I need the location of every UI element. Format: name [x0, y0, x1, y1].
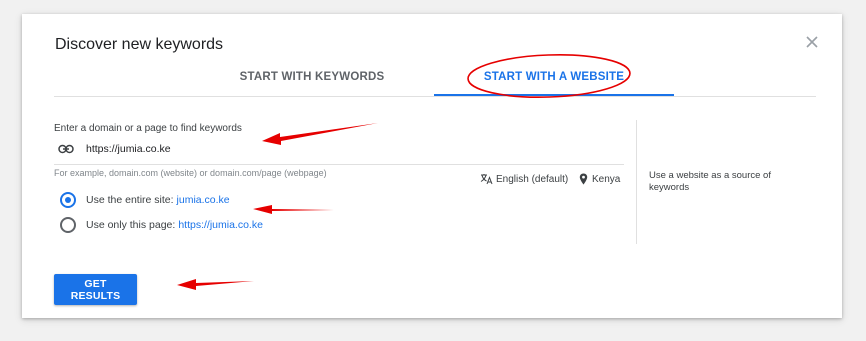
- radio-only-this-page[interactable]: Use only this page: https://jumia.co.ke: [60, 217, 263, 233]
- radio-entire-site-label: Use the entire site:: [86, 194, 174, 206]
- url-hint: For example, domain.com (website) or dom…: [54, 168, 327, 178]
- radio-only-this-page-control[interactable]: [60, 217, 76, 233]
- get-results-button[interactable]: GET RESULTS: [54, 274, 137, 305]
- side-help-text: Use a website as a source of keywords: [649, 170, 771, 193]
- radio-only-this-page-label: Use only this page:: [86, 219, 176, 231]
- entire-site-link: jumia.co.ke: [176, 194, 230, 206]
- url-input[interactable]: [86, 140, 616, 158]
- tab-start-with-keywords[interactable]: START WITH KEYWORDS: [217, 68, 407, 96]
- location-selector[interactable]: Kenya: [579, 173, 620, 185]
- language-selector[interactable]: English (default): [480, 173, 568, 185]
- language-label: English (default): [496, 173, 569, 185]
- radio-entire-site-control[interactable]: [60, 192, 76, 208]
- only-this-page-link: https://jumia.co.ke: [178, 219, 263, 231]
- url-field-label: Enter a domain or a page to find keyword…: [54, 123, 242, 134]
- tab-start-with-website[interactable]: START WITH A WEBSITE: [434, 68, 674, 96]
- location-pin-icon: [579, 173, 588, 185]
- link-icon: [58, 144, 74, 154]
- location-label: Kenya: [592, 173, 621, 185]
- vertical-divider: [636, 120, 637, 244]
- discover-keywords-dialog: Discover new keywords START WITH KEYWORD…: [22, 14, 842, 318]
- radio-entire-site[interactable]: Use the entire site: jumia.co.ke: [60, 192, 230, 208]
- close-icon[interactable]: [804, 34, 820, 50]
- url-field-underline: [54, 164, 624, 165]
- translate-icon: [480, 174, 493, 185]
- tabs-divider: [54, 96, 816, 97]
- dialog-title: Discover new keywords: [55, 36, 224, 53]
